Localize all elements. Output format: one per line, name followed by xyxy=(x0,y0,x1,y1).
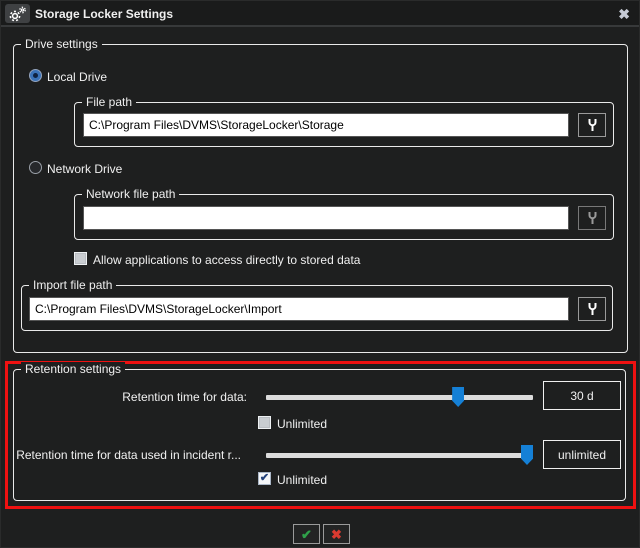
file-path-input[interactable] xyxy=(83,113,569,137)
import-file-path-input[interactable] xyxy=(29,297,569,321)
cancel-button[interactable]: ✖ xyxy=(323,524,350,544)
app-icon xyxy=(5,4,30,23)
retention-incident-unlimited-label[interactable]: Unlimited xyxy=(277,473,327,487)
retention-data-label: Retention time for data: xyxy=(122,390,247,404)
title-bar[interactable]: Storage Locker Settings ✖ xyxy=(1,1,639,27)
x-icon: ✖ xyxy=(331,528,342,541)
import-file-path-legend: Import file path xyxy=(29,278,116,292)
window-title: Storage Locker Settings xyxy=(35,7,173,21)
drive-settings-legend: Drive settings xyxy=(21,37,102,51)
network-drive-radio[interactable] xyxy=(29,161,42,174)
allow-direct-access-checkbox[interactable] xyxy=(74,252,87,265)
retention-incident-slider[interactable] xyxy=(266,445,533,465)
retention-settings-legend: Retention settings xyxy=(21,362,125,376)
storage-locker-settings-dialog: Storage Locker Settings ✖ Drive settings… xyxy=(0,0,640,548)
allow-direct-access-label[interactable]: Allow applications to access directly to… xyxy=(93,253,360,267)
slider-thumb[interactable] xyxy=(452,387,464,407)
slider-track[interactable] xyxy=(266,395,533,400)
close-icon[interactable]: ✖ xyxy=(618,5,630,23)
network-drive-label[interactable]: Network Drive xyxy=(47,162,122,176)
retention-incident-label: Retention time for data used in incident… xyxy=(16,448,241,462)
retention-data-unlimited-label[interactable]: Unlimited xyxy=(277,417,327,431)
import-file-path-browse-button[interactable] xyxy=(578,297,606,321)
wrench-icon xyxy=(586,302,599,316)
retention-data-value: 30 d xyxy=(543,381,621,410)
slider-track[interactable] xyxy=(266,453,533,458)
local-drive-label[interactable]: Local Drive xyxy=(47,70,107,84)
retention-data-unlimited-checkbox[interactable] xyxy=(258,416,271,429)
wrench-icon xyxy=(586,118,599,132)
check-icon: ✔ xyxy=(301,528,312,541)
network-file-path-input[interactable] xyxy=(83,206,569,230)
retention-incident-value: unlimited xyxy=(543,440,621,469)
ok-button[interactable]: ✔ xyxy=(293,524,320,544)
retention-data-slider[interactable] xyxy=(266,387,533,407)
network-file-path-browse-button[interactable] xyxy=(578,206,606,230)
slider-thumb[interactable] xyxy=(521,445,533,465)
file-path-legend: File path xyxy=(82,95,136,109)
file-path-browse-button[interactable] xyxy=(578,113,606,137)
network-file-path-legend: Network file path xyxy=(82,187,179,201)
wrench-icon xyxy=(586,211,599,225)
gears-icon xyxy=(8,6,27,22)
local-drive-radio[interactable] xyxy=(29,69,42,82)
retention-incident-unlimited-checkbox[interactable]: ✔ xyxy=(258,472,271,485)
